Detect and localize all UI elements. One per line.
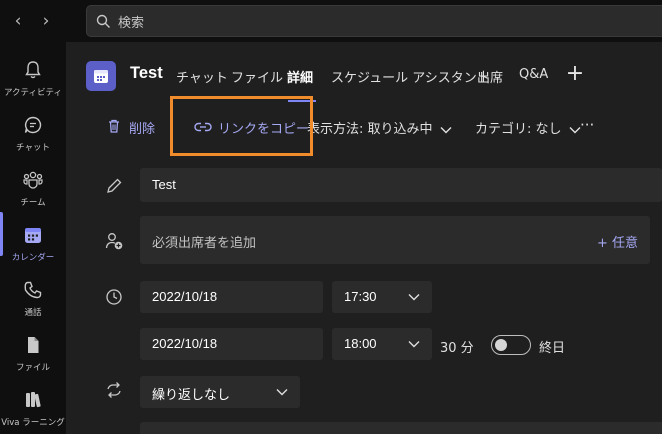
title-value: Test	[152, 177, 176, 192]
title-bar: ‹ › 検索	[0, 0, 662, 42]
start-date-value: 2022/10/18	[152, 289, 218, 304]
category-dropdown[interactable]: カテゴリ: なし	[475, 118, 581, 137]
pencil-icon	[107, 178, 122, 193]
start-time-dropdown[interactable]: 17:30	[332, 281, 432, 313]
trash-icon[interactable]	[106, 118, 122, 134]
calendar-icon	[25, 228, 41, 243]
back-arrow-icon[interactable]: ‹	[8, 10, 28, 32]
add-person-icon	[105, 233, 123, 250]
tab-chat[interactable]: チャット	[176, 67, 228, 86]
highlight-annotation	[170, 96, 313, 156]
more-options-button[interactable]: ···	[580, 116, 594, 134]
tab-details[interactable]: 詳細	[287, 67, 313, 86]
rail-item-chat[interactable]: チャット	[0, 105, 66, 159]
optional-attendees-button[interactable]: + 任意	[597, 232, 638, 251]
rail-label: ファイル	[15, 363, 50, 373]
meeting-app-icon	[86, 61, 116, 91]
rail-label: チーム	[20, 198, 46, 208]
chevron-down-icon	[408, 341, 420, 348]
start-date-picker[interactable]: 2022/10/18	[140, 281, 323, 313]
title-field[interactable]: Test	[140, 168, 662, 202]
all-day-toggle[interactable]	[491, 335, 531, 355]
end-time-value: 18:00	[344, 336, 377, 351]
tab-qa[interactable]: Q&A	[519, 67, 548, 82]
rail-label: カレンダー	[11, 253, 55, 263]
tab-files[interactable]: ファイル	[231, 67, 283, 86]
chevron-down-icon	[569, 126, 581, 133]
app-rail: アクティビティ チャット チーム カレンダー 通話 ファイル Viva ラーニン…	[0, 42, 66, 434]
all-day-label: 終日	[539, 341, 566, 356]
phone-icon	[24, 281, 42, 299]
chevron-down-icon	[276, 389, 288, 396]
end-date-value: 2022/10/18	[152, 336, 218, 351]
file-icon	[28, 337, 39, 353]
delete-button[interactable]: 削除	[129, 118, 155, 137]
toggle-knob	[495, 339, 507, 351]
search-placeholder: 検索	[118, 16, 145, 31]
rail-item-activity[interactable]: アクティビティ	[0, 50, 66, 104]
start-time-value: 17:30	[344, 289, 377, 304]
tab-attendance[interactable]: 出席	[477, 67, 503, 86]
duration-label: 30 分	[440, 341, 474, 356]
rail-item-files[interactable]: ファイル	[0, 325, 66, 379]
rail-item-calendar[interactable]: カレンダー	[0, 215, 66, 269]
end-time-dropdown[interactable]: 18:00	[332, 328, 432, 360]
location-field[interactable]	[140, 422, 662, 434]
teams-icon	[23, 171, 43, 189]
book-icon	[26, 392, 41, 408]
attendees-input[interactable]: 必須出席者を追加 + 任意	[140, 216, 650, 264]
end-date-picker[interactable]: 2022/10/18	[140, 328, 323, 360]
rail-label: Viva ラーニング	[1, 418, 65, 428]
calendar-icon	[94, 70, 108, 83]
bell-icon	[25, 61, 41, 79]
rail-label: チャット	[16, 143, 50, 153]
category-label: カテゴリ: なし	[475, 122, 562, 137]
rail-item-teams[interactable]: チーム	[0, 160, 66, 214]
clock-icon	[106, 289, 122, 305]
chat-icon	[24, 116, 42, 134]
search-icon	[96, 14, 110, 28]
repeat-value: 繰り返しなし	[152, 387, 231, 402]
tab-scheduling-assistant[interactable]: スケジュール アシスタント	[331, 67, 490, 86]
repeat-icon	[107, 382, 121, 398]
show-as-dropdown[interactable]: 表示方法: 取り込み中	[307, 118, 452, 137]
rail-item-calls[interactable]: 通話	[0, 270, 66, 324]
add-tab-button[interactable]: +	[565, 63, 585, 87]
rail-label: 通話	[24, 308, 42, 318]
show-as-label: 表示方法: 取り込み中	[307, 122, 433, 137]
rail-item-viva-learning[interactable]: Viva ラーニング	[0, 380, 66, 434]
attendees-placeholder: 必須出席者を追加	[152, 236, 257, 251]
forward-arrow-icon[interactable]: ›	[36, 10, 56, 32]
meeting-title: Test	[130, 64, 163, 82]
chevron-down-icon	[408, 294, 420, 301]
rail-label: アクティビティ	[3, 88, 63, 98]
search-input[interactable]: 検索	[86, 5, 662, 37]
chevron-down-icon	[440, 126, 452, 133]
repeat-dropdown[interactable]: 繰り返しなし	[140, 376, 300, 408]
